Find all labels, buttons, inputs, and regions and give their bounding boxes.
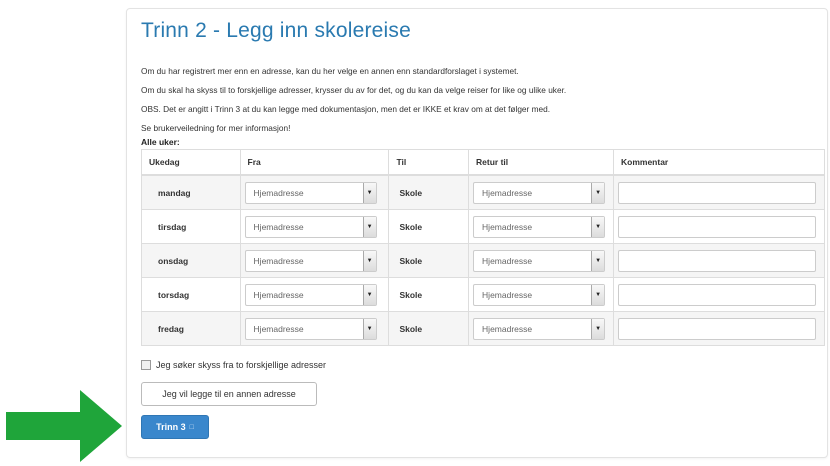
info-line-2: Om du skal ha skyss til to forskjellige … <box>141 85 567 95</box>
fra-select-value: Hjemadresse <box>253 323 304 334</box>
fra-select[interactable]: Hjemadresse ▼ <box>244 283 377 306</box>
table-header-row: Ukedag Fra Til Retur til Kommentar <box>141 149 825 176</box>
til-cell: Skole <box>388 243 470 278</box>
retur-select[interactable]: Hjemadresse ▼ <box>473 215 606 238</box>
kommentar-input[interactable] <box>618 181 816 204</box>
weekday-cell: onsdag <box>141 243 241 278</box>
retur-select[interactable]: Hjemadresse ▼ <box>473 317 606 340</box>
retur-select-value: Hjemadresse <box>482 187 533 198</box>
header-til: Til <box>388 149 470 176</box>
fra-select[interactable]: Hjemadresse ▼ <box>244 249 377 272</box>
retur-select[interactable]: Hjemadresse ▼ <box>473 283 606 306</box>
retur-select-value: Hjemadresse <box>482 289 533 300</box>
kommentar-input[interactable] <box>618 249 816 272</box>
dropdown-arrow-icon[interactable]: ▼ <box>591 318 605 339</box>
two-addresses-checkbox-row[interactable]: Jeg søker skyss fra to forskjellige adre… <box>141 360 326 370</box>
kommentar-cell <box>613 174 825 210</box>
fra-select-value: Hjemadresse <box>253 221 304 232</box>
til-cell: Skole <box>388 174 470 210</box>
fra-select[interactable]: Hjemadresse ▼ <box>244 317 377 340</box>
retur-select[interactable]: Hjemadresse ▼ <box>473 249 606 272</box>
weekday-cell: torsdag <box>141 277 241 312</box>
header-fra: Fra <box>239 149 390 176</box>
two-addresses-label: Jeg søker skyss fra to forskjellige adre… <box>156 360 327 370</box>
fra-select[interactable]: Hjemadresse ▼ <box>244 215 377 238</box>
dropdown-arrow-icon[interactable]: ▼ <box>362 250 376 271</box>
fra-cell: Hjemadresse ▼ <box>239 174 390 210</box>
table-row: mandag Hjemadresse ▼ Skole Hjemadresse ▼ <box>141 174 825 210</box>
dropdown-arrow-icon[interactable]: ▼ <box>362 216 376 237</box>
til-cell: Skole <box>388 277 470 312</box>
two-addresses-checkbox[interactable] <box>141 360 151 370</box>
add-address-button[interactable]: Jeg vil legge til en annen adresse <box>141 382 317 406</box>
fra-cell: Hjemadresse ▼ <box>239 243 390 278</box>
table-row: tirsdag Hjemadresse ▼ Skole Hjemadresse ▼ <box>141 209 825 244</box>
retur-cell: Hjemadresse ▼ <box>468 174 614 210</box>
dropdown-arrow-icon[interactable]: ▼ <box>591 284 605 305</box>
dropdown-arrow-icon[interactable]: ▼ <box>362 318 376 339</box>
fra-cell: Hjemadresse ▼ <box>239 277 390 312</box>
kommentar-cell <box>613 311 825 346</box>
retur-cell: Hjemadresse ▼ <box>468 311 614 346</box>
kommentar-input[interactable] <box>618 215 816 238</box>
info-line-1: Om du har registrert mer enn en adresse,… <box>141 66 519 76</box>
kommentar-cell <box>613 243 825 278</box>
table-row: torsdag Hjemadresse ▼ Skole Hjemadresse ▼ <box>141 277 825 312</box>
kommentar-cell <box>613 209 825 244</box>
til-cell: Skole <box>388 209 470 244</box>
header-kommentar: Kommentar <box>613 149 825 176</box>
week-label: Alle uker: <box>141 137 180 147</box>
fra-cell: Hjemadresse ▼ <box>239 311 390 346</box>
kommentar-input[interactable] <box>618 317 816 340</box>
weekday-cell: tirsdag <box>141 209 241 244</box>
retur-select-value: Hjemadresse <box>482 221 533 232</box>
dropdown-arrow-icon[interactable]: ▼ <box>591 250 605 271</box>
fra-cell: Hjemadresse ▼ <box>239 209 390 244</box>
info-line-3: OBS. Det er angitt i Trinn 3 at du kan l… <box>141 104 551 114</box>
retur-select-value: Hjemadresse <box>482 255 533 266</box>
next-step-label: Trinn 3 <box>156 422 186 432</box>
table-row: onsdag Hjemadresse ▼ Skole Hjemadresse ▼ <box>141 243 825 278</box>
dropdown-arrow-icon[interactable]: ▼ <box>591 182 605 203</box>
weekday-cell: fredag <box>141 311 241 346</box>
table-row: fredag Hjemadresse ▼ Skole Hjemadresse ▼ <box>141 311 825 346</box>
fra-select-value: Hjemadresse <box>253 187 304 198</box>
kommentar-cell <box>613 277 825 312</box>
dropdown-arrow-icon[interactable]: ▼ <box>362 284 376 305</box>
header-ukedag: Ukedag <box>141 149 241 176</box>
page-title: Trinn 2 - Legg inn skolereise <box>141 19 411 42</box>
fra-select[interactable]: Hjemadresse ▼ <box>244 181 377 204</box>
retur-select-value: Hjemadresse <box>482 323 533 334</box>
kommentar-input[interactable] <box>618 283 816 306</box>
retur-cell: Hjemadresse ▼ <box>468 243 614 278</box>
fra-select-value: Hjemadresse <box>253 289 304 300</box>
header-retur: Retur til <box>468 149 614 176</box>
green-arrow-icon <box>6 390 122 462</box>
til-cell: Skole <box>388 311 470 346</box>
form-panel: Trinn 2 - Legg inn skolereise Om du har … <box>126 8 828 458</box>
retur-cell: Hjemadresse ▼ <box>468 277 614 312</box>
fra-select-value: Hjemadresse <box>253 255 304 266</box>
next-step-icon: □ <box>189 423 194 431</box>
dropdown-arrow-icon[interactable]: ▼ <box>362 182 376 203</box>
info-line-4: Se brukerveiledning for mer informasjon! <box>141 123 291 133</box>
retur-cell: Hjemadresse ▼ <box>468 209 614 244</box>
weekday-cell: mandag <box>141 174 241 210</box>
retur-select[interactable]: Hjemadresse ▼ <box>473 181 606 204</box>
next-step-button[interactable]: Trinn 3 □ <box>141 415 209 439</box>
trip-table: Ukedag Fra Til Retur til Kommentar manda… <box>141 149 825 346</box>
dropdown-arrow-icon[interactable]: ▼ <box>591 216 605 237</box>
